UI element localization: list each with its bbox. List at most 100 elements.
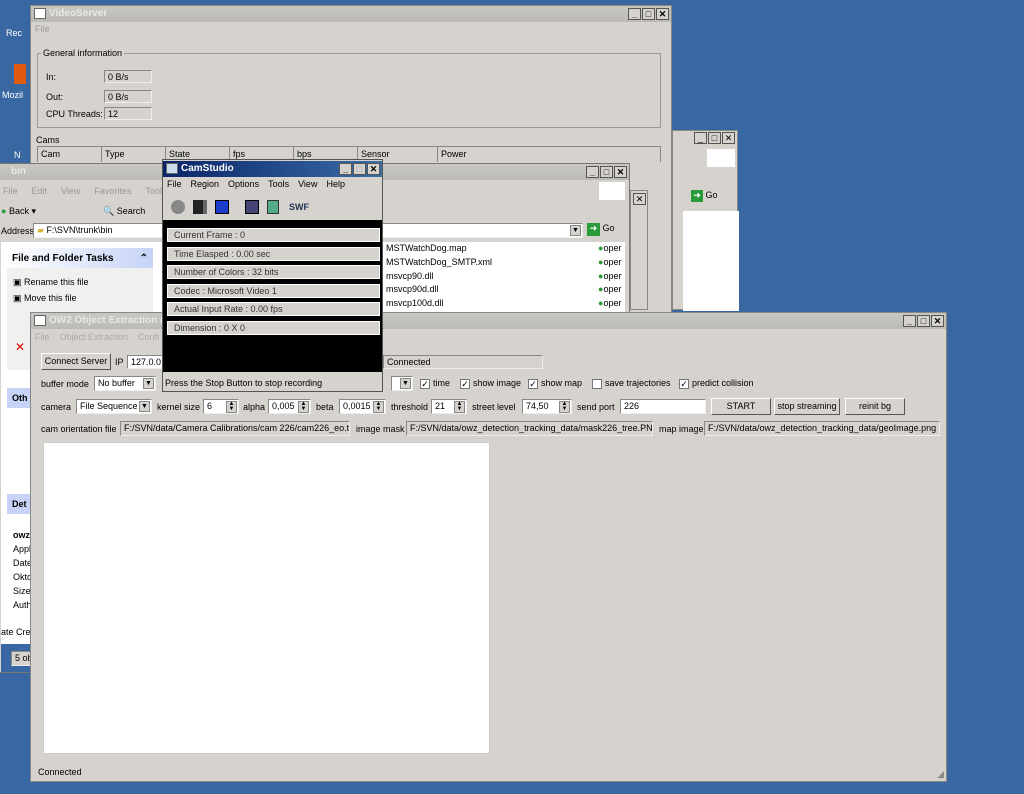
minimize-button[interactable]: _ — [903, 315, 916, 327]
maximize-button[interactable]: □ — [642, 8, 655, 20]
file-row[interactable]: MSTWatchDog.map ●oper — [386, 242, 636, 256]
desktop-icon-recycle[interactable]: Rec — [6, 28, 22, 38]
maximize-button[interactable]: □ — [600, 166, 613, 178]
start-button[interactable]: START — [711, 398, 771, 415]
alpha-spinbox[interactable]: 0,005 ▲ ▼ — [268, 399, 311, 414]
file-row[interactable]: MSTWatchDog_SMTP.xml ●oper — [386, 256, 636, 270]
send-port-input[interactable]: 226 — [620, 399, 706, 414]
menu-view[interactable]: View — [61, 186, 80, 196]
task-rename[interactable]: ▣ Rename this file — [13, 277, 89, 288]
maximize-button[interactable]: □ — [917, 315, 930, 327]
kernel-size-spinbox[interactable]: 6 ▲ ▼ — [203, 399, 239, 414]
show-image-checkbox[interactable]: ✓ show image — [460, 378, 521, 389]
time-checkbox[interactable]: ✓ time — [420, 378, 450, 389]
close-button[interactable]: ✕ — [633, 193, 646, 205]
menu-object-extraction[interactable]: Object Extraction — [60, 332, 129, 342]
background-explorer-window: _ □ ✕ ➜ Go — [672, 130, 739, 311]
in-value: 0 B/s — [104, 70, 152, 83]
stat-input-rate: Actual Input Rate : 0.00 fps — [167, 302, 380, 316]
window-icon — [34, 315, 46, 326]
close-button[interactable]: ✕ — [722, 132, 735, 144]
menu-help[interactable]: Help — [326, 179, 345, 189]
delete-icon[interactable]: ✕ — [15, 340, 25, 354]
hidden-select[interactable]: ▼ — [391, 376, 413, 391]
cpu-value: 12 — [104, 107, 152, 120]
videoserver-titlebar[interactable]: VideoServer _ □ ✕ — [31, 6, 671, 22]
menu-tools[interactable]: Tools — [268, 179, 289, 189]
show-map-checkbox[interactable]: ✓ show map — [528, 378, 582, 389]
stat-time-elapsed: Time Elasped : 0.00 sec — [167, 247, 380, 261]
back-button[interactable]: ● Back ▾ — [1, 206, 36, 217]
camstudio-titlebar[interactable]: CamStudio _ □ ✕ — [163, 161, 382, 177]
menu-view[interactable]: View — [298, 179, 317, 189]
minimize-button[interactable]: _ — [339, 163, 352, 175]
close-button[interactable]: ✕ — [656, 8, 669, 20]
street-level-label: street level — [472, 402, 516, 412]
minimize-button[interactable]: _ — [586, 166, 599, 178]
maximize-button[interactable]: □ — [708, 132, 721, 144]
minimize-button[interactable]: _ — [628, 8, 641, 20]
go-button[interactable]: ➜ Go — [587, 223, 627, 238]
menu-file[interactable]: File — [35, 332, 50, 342]
task-move[interactable]: ▣ Move this file — [13, 293, 77, 304]
save-trajectories-checkbox[interactable]: save trajectories — [592, 378, 671, 389]
menu-region[interactable]: Region — [191, 179, 220, 189]
col-power[interactable]: Power — [438, 147, 660, 162]
annotation-icon[interactable] — [267, 200, 279, 214]
cam-orientation-field[interactable]: F:/SVN/data/Camera Calibrations/cam 226/… — [120, 421, 350, 436]
menu-file[interactable]: File — [35, 24, 50, 34]
map-image-field[interactable]: F:/SVN/data/owz_detection_tracking_data/… — [704, 421, 940, 436]
menu-file[interactable]: File — [167, 179, 182, 189]
search-button[interactable]: 🔍 Search — [103, 206, 145, 217]
swf-icon[interactable]: SWF — [289, 202, 309, 212]
file-row[interactable]: msvcp90.dll ●oper — [386, 270, 636, 284]
threshold-spinbox[interactable]: 21 ▲ ▼ — [431, 399, 467, 414]
stat-dimension: Dimension : 0 X 0 — [167, 321, 380, 335]
street-level-spinbox[interactable]: 74,50 ▲ ▼ — [522, 399, 572, 414]
beta-spinbox[interactable]: 0,0015 ▲ ▼ — [339, 399, 386, 414]
stop-icon[interactable] — [215, 200, 229, 214]
menu-config[interactable]: Confi — [138, 332, 159, 342]
go-button[interactable]: ➜ Go — [691, 190, 739, 204]
connect-server-button[interactable]: Connect Server — [41, 353, 111, 370]
column-header-date-created[interactable]: ate Cre — [1, 627, 31, 637]
resize-grip-icon[interactable]: ◢ — [937, 769, 944, 780]
menu-file[interactable]: File — [3, 186, 18, 196]
close-button[interactable]: ✕ — [367, 163, 380, 175]
col-cam[interactable]: Cam — [38, 147, 102, 162]
predict-collision-checkbox[interactable]: ✓ predict collision — [679, 378, 754, 389]
image-view — [43, 442, 490, 754]
desktop-icon-n[interactable]: N — [14, 150, 21, 160]
address-label: Address — [1, 226, 35, 236]
stop-streaming-button[interactable]: stop streaming — [774, 398, 840, 415]
threshold-label: threshold — [391, 402, 429, 412]
image-mask-field[interactable]: F:/SVN/data/owz_detection_tracking_data/… — [406, 421, 653, 436]
record-icon[interactable] — [171, 200, 185, 214]
file-row[interactable]: msvcp100d.dll ●oper — [386, 297, 636, 311]
file-row[interactable]: msvcp90d.dll ●oper — [386, 283, 636, 297]
tasks-header[interactable]: File and Folder Tasks ⌃ — [7, 248, 153, 268]
desktop-icon-mozilla[interactable]: Mozil — [2, 90, 23, 100]
camera-select[interactable]: File Sequence ▼ — [76, 399, 152, 414]
ip-input[interactable]: 127.0.0. — [127, 355, 167, 369]
window-title: OW2 Object Extraction ( — [49, 315, 164, 326]
status-bar-text: Connected — [38, 767, 82, 777]
close-button[interactable]: ✕ — [614, 166, 627, 178]
close-button[interactable]: ✕ — [931, 315, 944, 327]
send-port-label: send port — [577, 402, 615, 412]
reinit-bg-button[interactable]: reinit bg — [845, 398, 905, 415]
minimize-button[interactable]: _ — [694, 132, 707, 144]
menu-favorites[interactable]: Favorites — [94, 186, 131, 196]
window-icon — [34, 8, 46, 19]
map-image-label: map image — [659, 424, 704, 434]
pause-icon[interactable] — [193, 200, 207, 214]
maximize-button[interactable]: □ — [353, 163, 366, 175]
buffer-mode-select[interactable]: No buffer ▼ — [94, 376, 156, 391]
mozilla-icon[interactable] — [14, 64, 26, 84]
menu-edit[interactable]: Edit — [32, 186, 48, 196]
menu-options[interactable]: Options — [228, 179, 259, 189]
col-type[interactable]: Type — [102, 147, 166, 162]
window-title: bin — [11, 166, 26, 177]
region-icon[interactable] — [245, 200, 259, 214]
cams-label: Cams — [36, 135, 60, 145]
